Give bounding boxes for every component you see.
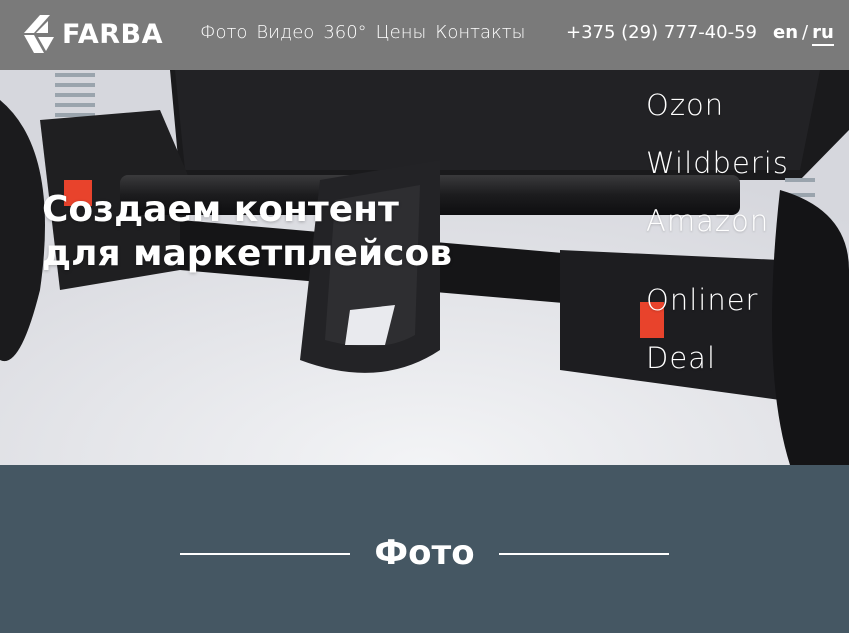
site-header: FARBA Фото Видео 360° Цены Контакты +375… bbox=[0, 0, 849, 70]
marketplace-amazon: Amazon bbox=[646, 204, 770, 238]
lang-ru[interactable]: ru bbox=[812, 22, 834, 46]
marketplace-deal: Deal bbox=[646, 341, 717, 375]
marketplace-wildberis: Wildberis bbox=[646, 146, 789, 180]
language-switcher: en / ru bbox=[773, 22, 834, 46]
nav-photo[interactable]: Фото bbox=[200, 22, 247, 43]
marketplace-onliner: Onliner bbox=[646, 283, 759, 317]
logo[interactable]: FARBA bbox=[20, 9, 163, 59]
hero-title-line-1: Создаем контент bbox=[42, 189, 399, 230]
section-title: Фото bbox=[374, 533, 475, 573]
marketplace-ozon: Ozon bbox=[646, 88, 725, 122]
section-divider-right bbox=[499, 553, 669, 555]
nav-prices[interactable]: Цены bbox=[376, 22, 427, 43]
logo-text: FARBA bbox=[62, 18, 164, 50]
phone-link[interactable]: +375 (29) 777-40-59 bbox=[566, 22, 757, 43]
lang-en[interactable]: en bbox=[773, 22, 798, 43]
hero-title: Создаем контент для маркетплейсов bbox=[42, 188, 452, 276]
nav-360[interactable]: 360° bbox=[323, 22, 366, 43]
hero-title-line-2: для маркетплейсов bbox=[42, 233, 453, 274]
photo-section: Фото bbox=[0, 465, 849, 633]
main-nav: Фото Видео 360° Цены Контакты bbox=[200, 22, 534, 43]
nav-contacts[interactable]: Контакты bbox=[435, 22, 525, 43]
nav-video[interactable]: Видео bbox=[256, 22, 314, 43]
farba-logo-icon bbox=[24, 15, 54, 53]
lang-separator: / bbox=[802, 22, 809, 43]
hero-banner: Создаем контент для маркетплейсов Ozon W… bbox=[0, 70, 849, 465]
